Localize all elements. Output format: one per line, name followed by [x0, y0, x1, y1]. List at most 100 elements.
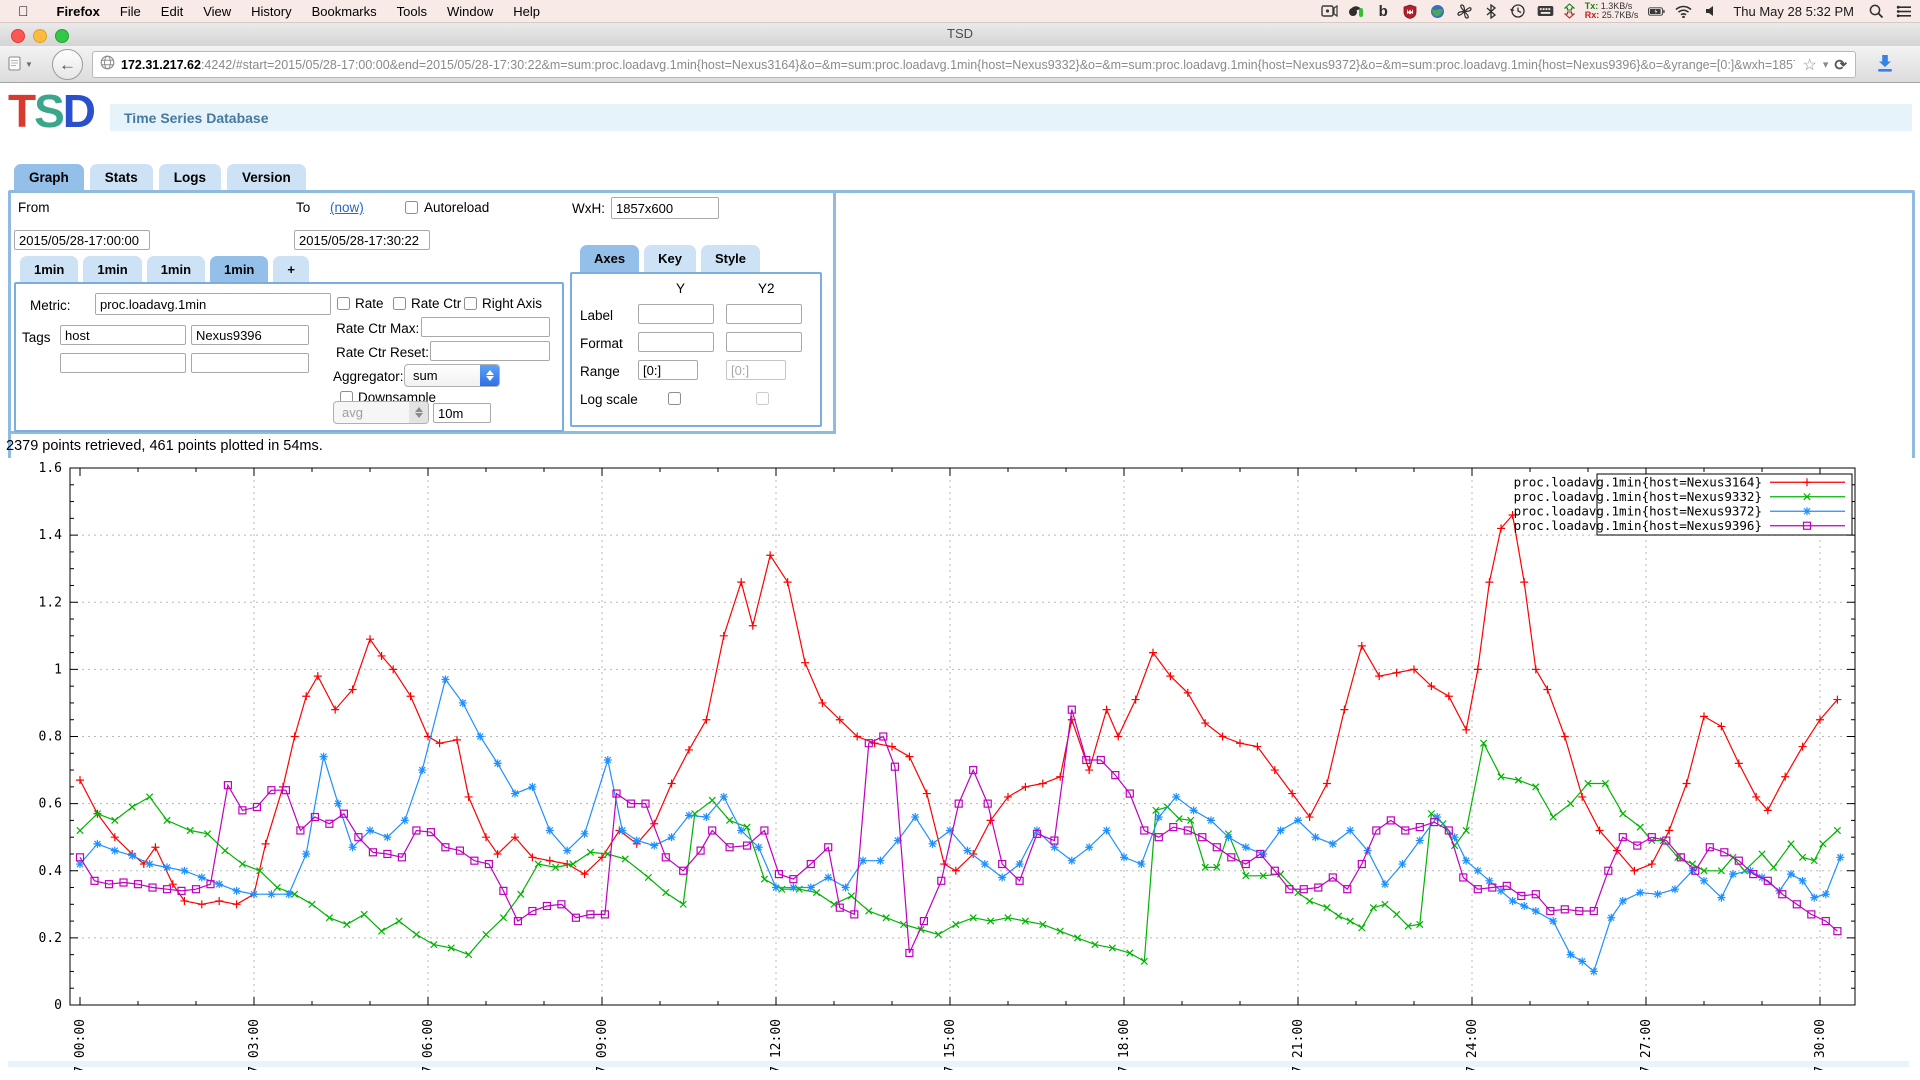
audio-app-icon[interactable] — [1348, 3, 1365, 20]
bluetooth-icon[interactable] — [1483, 3, 1500, 20]
nav-tabs-graph-0[interactable]: Graph — [14, 164, 84, 190]
svg-text:0.4: 0.4 — [39, 864, 63, 879]
menubar-clock[interactable]: Thu May 28 5:32 PM — [1729, 4, 1858, 19]
wifi-icon[interactable] — [1675, 3, 1692, 20]
apple-menu-icon[interactable]:  — [18, 3, 29, 19]
menu-firefox[interactable]: Firefox — [47, 4, 110, 19]
from-input[interactable] — [14, 230, 150, 250]
metric-tabs-1min-1[interactable]: 1min — [83, 256, 141, 283]
svg-text:1.6: 1.6 — [39, 461, 62, 476]
screen-mirroring-icon[interactable] — [1321, 3, 1338, 20]
y2-range-input[interactable] — [726, 360, 786, 380]
tsd-banner-text: Time Series Database — [124, 110, 269, 126]
nav-tabs-version-3[interactable]: Version — [227, 164, 306, 190]
keyboard-icon[interactable] — [1537, 3, 1554, 20]
menu-bookmarks[interactable]: Bookmarks — [302, 4, 387, 19]
battery-icon[interactable] — [1648, 3, 1665, 20]
y-label-input[interactable] — [638, 304, 714, 324]
axes-row-range: Range — [580, 364, 620, 379]
rate-ctr-checkbox[interactable] — [393, 297, 406, 310]
rate-ctr-reset-input[interactable] — [430, 341, 550, 361]
rate-ctr-max-label: Rate Ctr Max: — [336, 321, 419, 336]
menu-tools[interactable]: Tools — [387, 4, 437, 19]
browser-globe-icon[interactable] — [1429, 3, 1446, 20]
reload-icon[interactable]: ⟳ — [1834, 56, 1847, 74]
y2-log-scale-checkbox[interactable] — [756, 392, 769, 405]
wxh-input[interactable] — [611, 197, 719, 219]
url-bar[interactable]: 172.31.217.62:4242/#start=2015/05/28-17:… — [92, 51, 1856, 78]
svg-text:proc.loadavg.1min{host=Nexus93: proc.loadavg.1min{host=Nexus9372} — [1514, 503, 1762, 518]
rate-ctr-max-input[interactable] — [421, 317, 550, 337]
menu-window[interactable]: Window — [437, 4, 503, 19]
autoreload-checkbox[interactable] — [405, 201, 418, 214]
y-format-input[interactable] — [638, 332, 714, 352]
tsd-logo-letter-s: S — [34, 85, 63, 137]
network-traffic-icon[interactable] — [1564, 3, 1575, 20]
chart-svg: 00.20.40.60.811.21.41.617:00:0017:03:001… — [0, 458, 1920, 1070]
spotlight-icon[interactable] — [1868, 3, 1885, 20]
window-titlebar[interactable]: TSD — [0, 22, 1920, 47]
time-machine-icon[interactable] — [1510, 3, 1527, 20]
status-text: 2379 points retrieved, 461 points plotte… — [6, 438, 323, 454]
rate-checkbox[interactable] — [337, 297, 350, 310]
macos-menubar:  FirefoxFileEditViewHistoryBookmarksToo… — [0, 0, 1920, 23]
downsample-interval-input[interactable] — [433, 403, 491, 423]
y2-format-input[interactable] — [726, 332, 802, 352]
rate-ctr-label: Rate Ctr — [411, 296, 461, 311]
tag-key-input[interactable] — [60, 325, 186, 345]
svg-text:0.8: 0.8 — [39, 730, 62, 745]
metric-tabs-1min-0[interactable]: 1min — [20, 256, 78, 283]
back-button[interactable]: ← — [52, 49, 83, 80]
y2-label-input[interactable] — [726, 304, 802, 324]
volume-icon[interactable] — [1702, 3, 1719, 20]
menu-history[interactable]: History — [241, 4, 301, 19]
nav-tabs-stats-1[interactable]: Stats — [90, 164, 153, 190]
now-link[interactable]: (now) — [330, 200, 364, 215]
metric-tabs-1min-3[interactable]: 1min — [210, 256, 268, 283]
panel-tabs-key-1[interactable]: Key — [644, 245, 696, 272]
menu-help[interactable]: Help — [503, 4, 550, 19]
metric-input[interactable] — [95, 293, 331, 315]
tag-key-input-2[interactable] — [60, 353, 186, 373]
url-text[interactable]: 172.31.217.62:4242/#start=2015/05/28-17:… — [121, 58, 1795, 72]
menu-file[interactable]: File — [110, 4, 151, 19]
right-axis-checkbox[interactable] — [464, 297, 477, 310]
url-dropdown-icon[interactable]: ▾ — [1823, 58, 1829, 71]
aggregator-select[interactable]: sum — [404, 364, 500, 387]
to-input[interactable] — [294, 230, 430, 250]
svg-text:proc.loadavg.1min{host=Nexus31: proc.loadavg.1min{host=Nexus3164} — [1514, 474, 1762, 489]
site-favicon-globe-icon — [100, 55, 115, 75]
svg-text:0.6: 0.6 — [39, 797, 62, 812]
nav-tabs-logs-2[interactable]: Logs — [159, 164, 221, 190]
metric-tabs--4[interactable]: + — [273, 256, 309, 283]
from-label: From — [18, 200, 50, 215]
panel-tabs-style-2[interactable]: Style — [701, 245, 760, 272]
svg-text:proc.loadavg.1min{host=Nexus93: proc.loadavg.1min{host=Nexus9396} — [1514, 518, 1762, 533]
menu-view[interactable]: View — [193, 4, 241, 19]
downloads-button[interactable] — [1874, 54, 1896, 74]
rate-ctr-reset-label: Rate Ctr Reset: — [336, 345, 429, 360]
to-label: To — [296, 200, 310, 215]
y-log-scale-checkbox[interactable] — [668, 392, 681, 405]
mcafee-shield-icon[interactable] — [1402, 3, 1419, 20]
aggregator-select-stepper[interactable] — [480, 365, 499, 386]
bookmark-star-icon[interactable]: ☆ — [1803, 55, 1817, 75]
menu-edit[interactable]: Edit — [151, 4, 193, 19]
y-range-input[interactable] — [638, 360, 698, 380]
svg-text:1: 1 — [54, 662, 62, 677]
metric-tabs-1min-2[interactable]: 1min — [147, 256, 205, 283]
notification-center-icon[interactable] — [1895, 3, 1912, 20]
clover-icon[interactable] — [1456, 3, 1473, 20]
tag-value-input-2[interactable] — [191, 353, 309, 373]
tag-value-input[interactable] — [191, 325, 309, 345]
session-page-icon[interactable]: ▼ — [8, 55, 34, 73]
wxh-label: WxH: — [572, 201, 605, 216]
axes-col-y2: Y2 — [758, 281, 775, 296]
tags-label: Tags — [22, 330, 51, 345]
tsd-logo-letter-d: D — [63, 85, 94, 137]
b-app-icon[interactable]: b — [1375, 3, 1392, 20]
downsample-func-select[interactable]: avg — [333, 401, 429, 424]
axes-row-log-scale: Log scale — [580, 392, 638, 407]
svg-text:0: 0 — [54, 998, 62, 1013]
panel-tabs-axes-0[interactable]: Axes — [580, 245, 639, 272]
